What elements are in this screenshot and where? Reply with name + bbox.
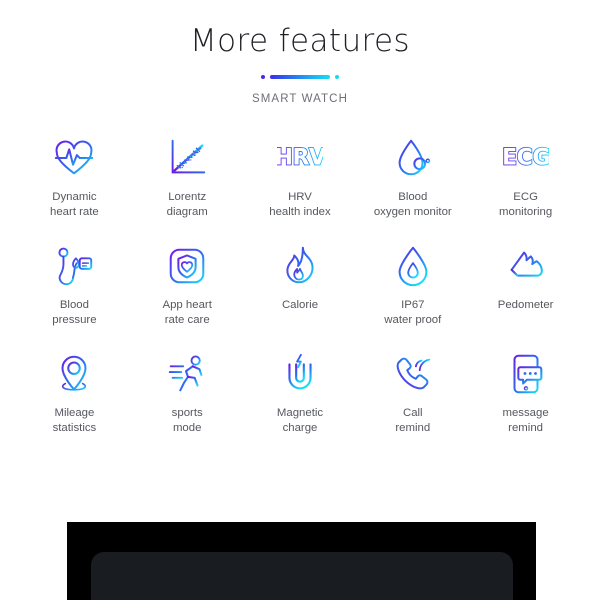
feature-label: HRV health index: [269, 191, 331, 219]
feature-page: More features SMART WATCH Dynamic heart …: [0, 0, 600, 600]
feature-grid: Dynamic heart rate Lorentz diagram HRV H…: [0, 131, 600, 436]
page-header: More features SMART WATCH: [0, 0, 600, 105]
blood-oxygen-drop-icon: [386, 131, 440, 185]
feature-item[interactable]: HRV HRV health index: [244, 131, 357, 221]
divider-dot-left: [261, 75, 265, 80]
feature-item[interactable]: ECG ECG monitoring: [469, 131, 582, 221]
feature-item[interactable]: Dynamic heart rate: [18, 131, 131, 221]
feature-item[interactable]: IP67 water proof: [356, 239, 469, 329]
feature-label: IP67 water proof: [384, 298, 442, 327]
page-subtitle: SMART WATCH: [251, 93, 348, 106]
divider-dot-right: [335, 75, 339, 80]
feature-item[interactable]: Magnetic charge: [244, 347, 357, 437]
feature-item[interactable]: Blood oxygen monitor: [356, 131, 469, 221]
hrv-glyph: HRV: [277, 146, 323, 171]
feature-label: ECG monitoring: [499, 191, 553, 219]
feature-item[interactable]: Lorentz diagram: [131, 131, 244, 221]
blood-pressure-icon: [47, 239, 101, 293]
feature-item[interactable]: App heart rate care: [131, 239, 244, 329]
heartbeat-icon: [47, 131, 101, 185]
flame-icon: [273, 239, 327, 293]
scatter-plot-icon: [160, 131, 214, 185]
shield-heart-icon: [160, 239, 214, 293]
divider-gradient-bar: [270, 75, 330, 80]
page-title: More features: [190, 23, 410, 59]
message-phone-icon: [499, 347, 553, 401]
feature-label: Calorie: [281, 298, 319, 311]
ecg-text-icon: ECG: [499, 131, 553, 185]
feature-item[interactable]: Mileage statistics: [18, 347, 131, 437]
divider: [0, 74, 600, 80]
feature-item[interactable]: Blood pressure: [18, 239, 131, 329]
running-person-icon: [160, 347, 214, 401]
feature-label: Dynamic heart rate: [50, 191, 99, 219]
feature-label: Mileage statistics: [52, 406, 97, 435]
feature-label: Lorentz diagram: [166, 191, 208, 219]
feature-label: message remind: [502, 406, 549, 435]
feature-item[interactable]: Pedometer: [469, 239, 582, 329]
phone-ring-icon: [386, 347, 440, 401]
feature-label: Call remind: [395, 406, 431, 435]
feature-item[interactable]: message remind: [469, 347, 582, 437]
ecg-glyph: ECG: [503, 146, 549, 171]
feature-label: sports mode: [171, 406, 203, 435]
feature-label: Magnetic charge: [276, 406, 324, 435]
device-panel: [67, 522, 536, 600]
sneaker-icon: [499, 239, 553, 293]
feature-label: Blood pressure: [52, 298, 97, 327]
feature-label: Pedometer: [497, 298, 554, 311]
device-screen: [91, 552, 513, 600]
magnet-icon: [273, 347, 327, 401]
feature-item[interactable]: sports mode: [131, 347, 244, 437]
feature-item[interactable]: Call remind: [356, 347, 469, 437]
feature-item[interactable]: Calorie: [244, 239, 357, 329]
hrv-text-icon: HRV: [273, 131, 327, 185]
map-pin-icon: [47, 347, 101, 401]
feature-label: App heart rate care: [162, 298, 212, 327]
water-drop-icon: [386, 239, 440, 293]
feature-label: Blood oxygen monitor: [373, 191, 452, 219]
